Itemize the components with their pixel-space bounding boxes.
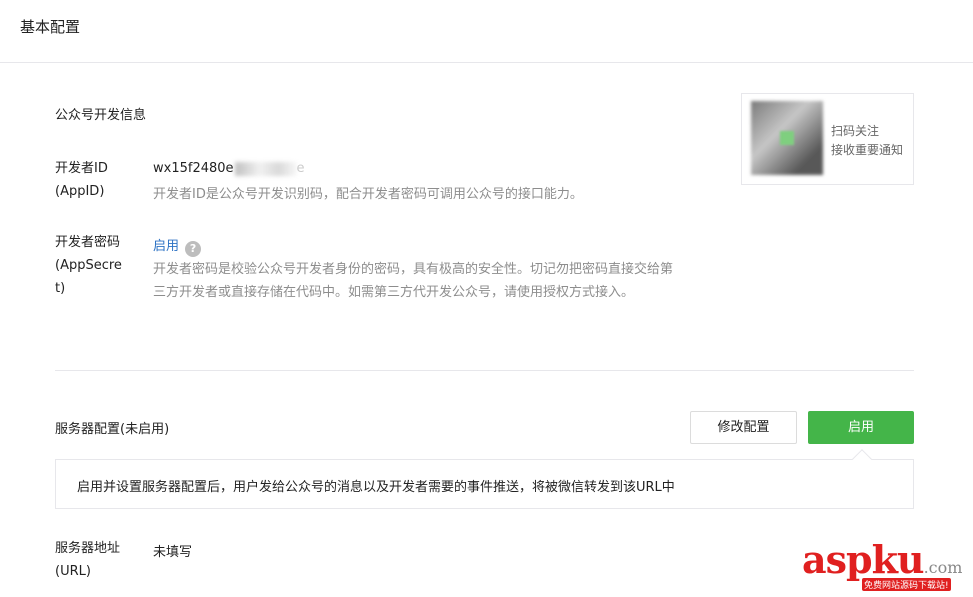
page-title: 基本配置 xyxy=(20,18,81,36)
qr-card: 扫码关注 接收重要通知 xyxy=(741,93,914,185)
secret-label-line1: 开发者密码 xyxy=(55,235,121,250)
appid-value-visible: wx15f2480e xyxy=(153,161,234,176)
server-url-label-line1: 服务器地址 xyxy=(55,541,121,556)
watermark-ku: ku xyxy=(871,537,925,582)
watermark-logo: aspku.com 免费网站源码下载站! xyxy=(802,537,963,591)
appid-desc: 开发者ID是公众号开发识别码，配合开发者密码可调用公众号的接口能力。 xyxy=(153,187,583,202)
secret-label-line2: (AppSecre xyxy=(55,258,122,273)
section-divider xyxy=(55,370,914,371)
appid-value-tail: e xyxy=(296,161,305,176)
server-config-title: 服务器配置(未启用) xyxy=(55,422,170,437)
secret-desc: 开发者密码是校验公众号开发者身份的密码，具有极高的安全性。切记勿把密码直接交给第… xyxy=(153,258,673,304)
server-url-label-line2: (URL) xyxy=(55,564,91,579)
tip-arrow xyxy=(852,449,872,469)
enable-server-button[interactable]: 启用 xyxy=(808,411,914,444)
help-icon[interactable]: ? xyxy=(185,241,202,257)
dev-info-title: 公众号开发信息 xyxy=(55,108,147,123)
secret-desc-line2: 三方开发者或直接存储在代码中。如需第三方代开发公众号，请使用授权方式接入。 xyxy=(153,285,635,300)
page-header: 基本配置 xyxy=(0,0,973,63)
secret-label-line3: t) xyxy=(55,281,66,296)
qr-text-line1: 扫码关注 xyxy=(831,124,880,138)
server-tip-text: 启用并设置服务器配置后，用户发给公众号的消息以及开发者需要的事件推送，将被微信转… xyxy=(77,480,675,495)
appid-label-line2: (AppID) xyxy=(55,184,105,199)
appid-redacted-blur xyxy=(234,161,297,176)
qr-text-line2: 接收重要通知 xyxy=(831,143,904,157)
appid-value: wx15f2480e e xyxy=(153,161,305,176)
appid-label: 开发者ID (AppID) xyxy=(55,157,135,203)
qr-center-logo xyxy=(780,131,794,145)
watermark-com: .com xyxy=(923,558,963,577)
modify-config-button[interactable]: 修改配置 xyxy=(690,411,797,444)
server-tip-box: 启用并设置服务器配置后，用户发给公众号的消息以及开发者需要的事件推送，将被微信转… xyxy=(55,449,914,509)
server-url-value: 未填写 xyxy=(153,545,193,560)
server-url-label: 服务器地址 (URL) xyxy=(55,537,135,583)
watermark-subtitle: 免费网站源码下载站! xyxy=(862,578,951,591)
secret-enable-link[interactable]: 启用 xyxy=(153,239,179,254)
secret-action-row: 启用? xyxy=(153,235,202,257)
secret-label: 开发者密码 (AppSecre t) xyxy=(55,231,135,300)
watermark-asp: asp xyxy=(802,537,873,582)
appid-label-line1: 开发者ID xyxy=(55,161,108,176)
secret-desc-line1: 开发者密码是校验公众号开发者身份的密码，具有极高的安全性。切记勿把密码直接交给第 xyxy=(153,262,674,277)
